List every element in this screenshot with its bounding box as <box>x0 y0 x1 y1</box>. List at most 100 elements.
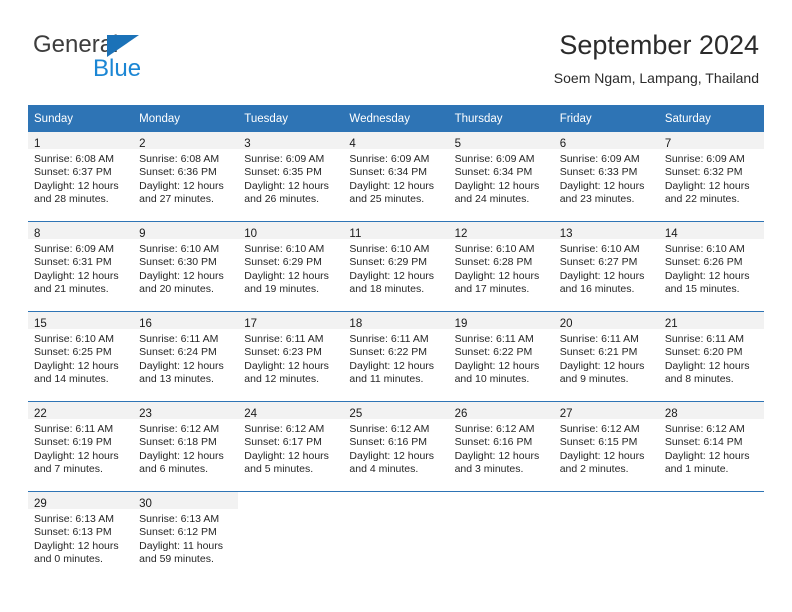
day-cell[interactable]: 9 Sunrise: 6:10 AM Sunset: 6:30 PM Daylight… <box>133 222 239 311</box>
weekday-header-sunday: Sunday <box>28 105 134 132</box>
sunset-text: Sunset: 6:24 PM <box>139 346 217 359</box>
daylight-text-line1: Daylight: 12 hours <box>559 449 645 462</box>
day-cell-empty <box>554 492 659 581</box>
day-number: 8 <box>34 228 41 240</box>
day-cell[interactable]: 19 Sunrise: 6:11 AM Sunset: 6:22 PM Dayligh… <box>448 312 554 401</box>
day-cell-empty <box>449 492 554 581</box>
day-details: Sunrise: 6:10 AM Sunset: 6:28 PM Daylight:… <box>449 239 554 297</box>
calendar-cell: 30 Sunrise: 6:13 AM Sunset: 6:12 PM Dayligh… <box>133 491 239 581</box>
day-cell[interactable]: 17 Sunrise: 6:11 AM Sunset: 6:23 PM Dayligh… <box>238 312 344 401</box>
calendar-cell: 5 Sunrise: 6:09 AM Sunset: 6:34 PM Daylight… <box>448 132 554 222</box>
daylight-text-line1: Daylight: 12 hours <box>139 359 224 372</box>
day-cell[interactable]: 11 Sunrise: 6:10 AM Sunset: 6:29 PM Dayligh… <box>343 222 449 311</box>
daylight-text-line2: and 18 minutes. <box>349 283 425 296</box>
day-number-band: 19 <box>448 312 554 330</box>
daylight-text-line2: and 28 minutes. <box>34 193 109 206</box>
weekday-header-thursday: Thursday <box>448 105 554 132</box>
day-cell[interactable]: 6 Sunrise: 6:09 AM Sunset: 6:33 PM Daylight… <box>553 132 659 221</box>
day-details: Sunrise: 6:10 AM Sunset: 6:25 PM Daylight:… <box>28 329 133 387</box>
calendar-cell: 26 Sunrise: 6:12 AM Sunset: 6:16 PM Dayligh… <box>448 401 554 492</box>
sunset-text: Sunset: 6:12 PM <box>139 526 217 539</box>
calendar-cell <box>448 491 554 581</box>
day-cell[interactable]: 25 Sunrise: 6:12 AM Sunset: 6:16 PM Dayligh… <box>343 402 449 491</box>
sunset-text: Sunset: 6:17 PM <box>244 436 322 449</box>
sunset-text: Sunset: 6:16 PM <box>454 436 533 449</box>
daylight-text-line1: Daylight: 12 hours <box>349 449 435 462</box>
sunrise-text: Sunrise: 6:08 AM <box>34 153 114 165</box>
day-cell[interactable]: 21 Sunrise: 6:11 AM Sunset: 6:20 PM Dayligh… <box>658 312 764 401</box>
day-cell[interactable]: 2 Sunrise: 6:08 AM Sunset: 6:36 PM Daylight… <box>133 132 239 221</box>
calendar-cell: 4 Sunrise: 6:09 AM Sunset: 6:34 PM Daylight… <box>343 132 449 222</box>
day-cell[interactable]: 5 Sunrise: 6:09 AM Sunset: 6:34 PM Daylight… <box>448 132 554 221</box>
day-cell[interactable]: 18 Sunrise: 6:11 AM Sunset: 6:22 PM Dayligh… <box>343 312 449 401</box>
sunset-text: Sunset: 6:27 PM <box>559 256 638 269</box>
daylight-text-line2: and 26 minutes. <box>244 193 319 206</box>
day-cell[interactable]: 28 Sunrise: 6:12 AM Sunset: 6:14 PM Dayligh… <box>658 402 764 491</box>
day-cell[interactable]: 22 Sunrise: 6:11 AM Sunset: 6:19 PM Dayligh… <box>28 402 134 491</box>
day-cell[interactable]: 10 Sunrise: 6:10 AM Sunset: 6:29 PM Dayligh… <box>238 222 344 311</box>
daylight-text-line2: and 12 minutes. <box>244 373 319 386</box>
day-cell[interactable]: 23 Sunrise: 6:12 AM Sunset: 6:18 PM Dayligh… <box>133 402 239 491</box>
day-cell[interactable]: 1 Sunrise: 6:08 AM Sunset: 6:37 PM Daylight… <box>28 132 134 221</box>
day-cell[interactable]: 4 Sunrise: 6:09 AM Sunset: 6:34 PM Daylight… <box>343 132 449 221</box>
sunrise-text: Sunrise: 6:10 AM <box>244 243 325 255</box>
daylight-text-line1: Daylight: 12 hours <box>454 359 540 372</box>
calendar-cell: 11 Sunrise: 6:10 AM Sunset: 6:29 PM Dayligh… <box>343 221 449 312</box>
day-cell[interactable]: 27 Sunrise: 6:12 AM Sunset: 6:15 PM Dayligh… <box>553 402 659 491</box>
calendar-cell: 25 Sunrise: 6:12 AM Sunset: 6:16 PM Dayligh… <box>343 401 449 492</box>
day-number-band: 24 <box>238 402 344 420</box>
day-number: 16 <box>139 318 152 330</box>
daylight-text-line1: Daylight: 12 hours <box>34 539 119 552</box>
day-cell[interactable]: 14 Sunrise: 6:10 AM Sunset: 6:26 PM Dayligh… <box>658 222 764 311</box>
day-cell[interactable]: 13 Sunrise: 6:10 AM Sunset: 6:27 PM Dayligh… <box>553 222 659 311</box>
daylight-text-line2: and 25 minutes. <box>349 193 425 206</box>
day-cell[interactable]: 30 Sunrise: 6:13 AM Sunset: 6:12 PM Dayligh… <box>133 492 239 581</box>
brand-logo[interactable]: General Blue <box>33 32 293 88</box>
day-cell[interactable]: 16 Sunrise: 6:11 AM Sunset: 6:24 PM Dayligh… <box>133 312 239 401</box>
day-number-band: 2 <box>133 132 239 150</box>
sunset-text: Sunset: 6:20 PM <box>664 346 743 359</box>
sunrise-text: Sunrise: 6:12 AM <box>349 423 430 435</box>
day-number: 27 <box>559 408 573 420</box>
sunset-text: Sunset: 6:36 PM <box>139 166 217 179</box>
sunset-text: Sunset: 6:34 PM <box>349 166 428 179</box>
daylight-text-line2: and 16 minutes. <box>559 283 635 296</box>
day-cell[interactable]: 12 Sunrise: 6:10 AM Sunset: 6:28 PM Dayligh… <box>448 222 554 311</box>
day-number: 25 <box>349 408 363 420</box>
day-cell[interactable]: 8 Sunrise: 6:09 AM Sunset: 6:31 PM Daylight… <box>28 222 134 311</box>
day-number: 20 <box>559 318 573 330</box>
day-number: 4 <box>349 138 356 150</box>
brand-name-bottom: Blue <box>93 55 142 82</box>
day-cell[interactable]: 29 Sunrise: 6:13 AM Sunset: 6:13 PM Dayligh… <box>28 492 134 581</box>
sunrise-text: Sunrise: 6:10 AM <box>454 243 535 255</box>
sunrise-text: Sunrise: 6:11 AM <box>454 333 534 345</box>
sunrise-text: Sunrise: 6:09 AM <box>559 153 640 165</box>
day-details: Sunrise: 6:09 AM Sunset: 6:31 PM Daylight:… <box>28 239 133 297</box>
day-details: Sunrise: 6:11 AM Sunset: 6:21 PM Daylight:… <box>554 329 659 387</box>
day-cell[interactable]: 20 Sunrise: 6:11 AM Sunset: 6:21 PM Dayligh… <box>553 312 659 401</box>
calendar-grid: Sunday Monday Tuesday Wednesday Thursday… <box>28 105 764 581</box>
day-details: Sunrise: 6:10 AM Sunset: 6:29 PM Daylight:… <box>238 239 343 297</box>
sunset-text: Sunset: 6:34 PM <box>454 166 533 179</box>
calendar-cell: 27 Sunrise: 6:12 AM Sunset: 6:15 PM Dayligh… <box>553 401 659 492</box>
day-cell[interactable]: 15 Sunrise: 6:10 AM Sunset: 6:25 PM Dayligh… <box>28 312 134 401</box>
sunset-text: Sunset: 6:37 PM <box>34 166 112 179</box>
day-details: Sunrise: 6:12 AM Sunset: 6:18 PM Daylight:… <box>133 419 238 477</box>
weekday-header-friday: Friday <box>553 105 659 132</box>
day-cell[interactable]: 26 Sunrise: 6:12 AM Sunset: 6:16 PM Dayligh… <box>448 402 554 491</box>
day-cell[interactable]: 7 Sunrise: 6:09 AM Sunset: 6:32 PM Daylight… <box>658 132 764 221</box>
day-cell[interactable]: 24 Sunrise: 6:12 AM Sunset: 6:17 PM Dayligh… <box>238 402 344 491</box>
day-number: 29 <box>34 498 47 510</box>
sunrise-text: Sunrise: 6:10 AM <box>664 243 745 255</box>
day-number: 18 <box>349 318 363 330</box>
daylight-text-line2: and 7 minutes. <box>34 463 103 476</box>
day-cell[interactable]: 3 Sunrise: 6:09 AM Sunset: 6:35 PM Daylight… <box>238 132 344 221</box>
week-row: 15 Sunrise: 6:10 AM Sunset: 6:25 PM Dayligh… <box>28 311 764 402</box>
calendar-cell: 20 Sunrise: 6:11 AM Sunset: 6:21 PM Dayligh… <box>553 311 659 402</box>
day-number-band <box>554 492 659 509</box>
day-number-band <box>449 492 554 509</box>
sunrise-text: Sunrise: 6:10 AM <box>139 243 220 255</box>
daylight-text-line1: Daylight: 12 hours <box>664 269 750 282</box>
day-number: 14 <box>664 228 678 240</box>
day-number: 22 <box>34 408 47 420</box>
